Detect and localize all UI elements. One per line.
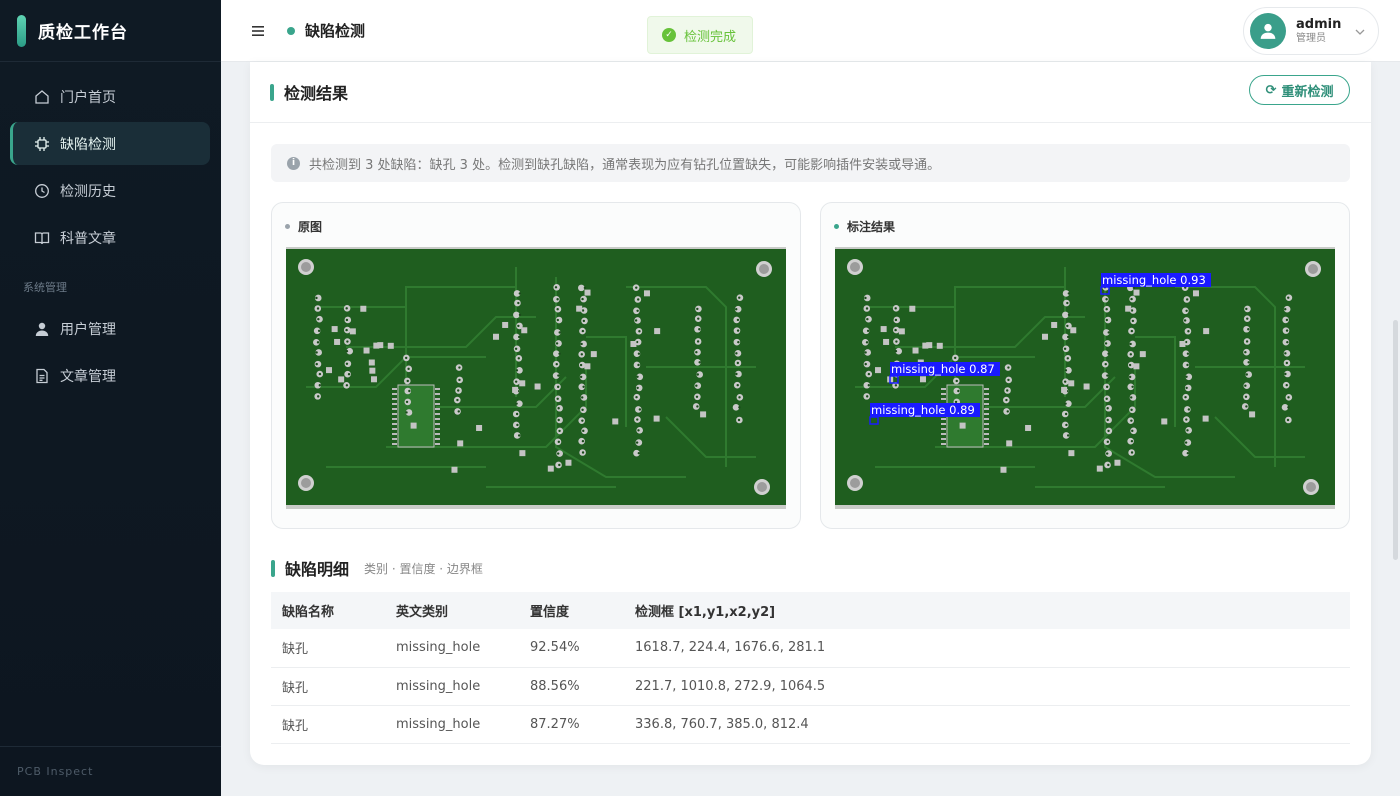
svg-text:missing_hole 0.87: missing_hole 0.87 [891,362,995,376]
annotated-pcb-image[interactable]: missing_hole 0.93 missing_hole 0.87 missin… [835,247,1335,509]
detection-summary: i 共检测到 3 处缺陷：缺孔 3 处。检测到缺孔缺陷，通常表现为应有钻孔位置缺… [271,144,1350,182]
user-menu[interactable]: admin 管理员 [1243,7,1379,55]
sidebar-item-home[interactable]: 门户首页 [10,75,210,118]
table-cell: 缺孔 [271,629,385,668]
table-cell: 1618.7, 224.4, 1676.6, 281.1 [624,629,1350,668]
annotated-image-panel: 标注结果 missing_hole 0.93 missing_hole 0.87 m… [820,202,1350,529]
original-pcb-image[interactable] [286,247,786,509]
chevron-down-icon [1355,24,1365,38]
table-cell: missing_hole [385,629,519,668]
table-cell: 88.56% [519,667,624,706]
sidebar: 质检工作台 门户首页 缺陷检测 检测历史 科普文章 系统管理 用户管理 文章管理… [0,0,221,796]
section-title: 检测结果 [284,84,349,103]
avatar [1250,13,1286,49]
sidebar-nav: 门户首页 缺陷检测 检测历史 科普文章 系统管理 用户管理 文章管理 [0,62,221,397]
brand-title: 质检工作台 [38,23,128,43]
user-name: admin [1296,17,1342,32]
column-header: 英文类别 [385,592,519,629]
column-header: 检测框 [x1,y1,x2,y2] [624,592,1350,629]
success-toast: ✓ 检测完成 [647,16,753,54]
table-cell: 336.8, 760.7, 385.0, 812.4 [624,705,1350,744]
redetect-label: 重新检测 [1281,84,1334,100]
sidebar-item-label: 科普文章 [60,230,116,247]
sidebar-item-defect-detection[interactable]: 缺陷检测 [10,122,210,165]
info-icon: i [287,156,300,170]
table-row: 缺孔 missing_hole 87.27% 336.8, 760.7, 385… [271,705,1350,744]
table-cell: missing_hole [385,705,519,744]
table-cell: missing_hole [385,667,519,706]
sidebar-item-user-management[interactable]: 用户管理 [10,307,210,350]
panel-dot [834,224,839,229]
book-icon [34,230,50,246]
breadcrumb: 缺陷检测 [305,22,366,40]
svg-text:missing_hole 0.89: missing_hole 0.89 [871,403,975,417]
menu-toggle-button[interactable] [243,16,273,46]
table-cell: 87.27% [519,705,624,744]
sidebar-footer: PCB Inspect [0,746,221,796]
redetect-button[interactable]: ⟳ 重新检测 [1249,75,1350,105]
top-header: 缺陷检测 ✓ 检测完成 admin 管理员 [221,0,1400,62]
svg-text:missing_hole 0.93: missing_hole 0.93 [1102,273,1206,287]
sidebar-item-label: 用户管理 [60,321,116,338]
detail-subtitle: 类别 · 置信度 · 边界框 [364,561,483,576]
user-role: 管理员 [1296,33,1326,44]
column-header: 置信度 [519,592,624,629]
hamburger-icon [252,25,264,36]
original-image-panel: 原图 [271,202,801,529]
detail-title: 缺陷明细 [285,560,350,579]
table-cell: 221.7, 1010.8, 272.9, 1064.5 [624,667,1350,706]
breadcrumb-dot [287,26,295,35]
user-avatar-icon [1260,23,1276,39]
result-card: 检测结果 ⟳ 重新检测 i 共检测到 3 处缺陷：缺孔 3 处。检测到缺孔缺陷，… [250,62,1371,765]
panel-dot [285,224,290,229]
defect-table: 缺陷名称 英文类别 置信度 检测框 [x1,y1,x2,y2] 缺孔 missi… [271,592,1350,744]
page-scrollbar[interactable] [1393,320,1398,560]
user-icon [34,321,50,337]
home-icon [34,89,50,105]
sidebar-item-label: 门户首页 [60,89,116,106]
toast-message: 检测完成 [684,29,737,45]
result-header: 检测结果 ⟳ 重新检测 [250,62,1371,123]
table-header-row: 缺陷名称 英文类别 置信度 检测框 [x1,y1,x2,y2] [271,592,1350,629]
sidebar-item-label: 检测历史 [60,183,116,200]
table-row: 缺孔 missing_hole 88.56% 221.7, 1010.8, 27… [271,667,1350,706]
table-row: 缺孔 missing_hole 92.54% 1618.7, 224.4, 16… [271,629,1350,668]
section-accent-bar [270,83,274,101]
table-cell: 92.54% [519,629,624,668]
chip-icon [34,136,50,152]
check-circle-icon: ✓ [662,28,676,42]
sidebar-item-article-management[interactable]: 文章管理 [10,354,210,397]
detail-header: 缺陷明细 类别 · 置信度 · 边界框 [271,556,483,580]
document-icon [34,368,50,384]
brand-logo [17,14,26,47]
sidebar-item-label: 文章管理 [60,368,116,385]
annotated-image-label: 标注结果 [847,220,896,234]
nav-section-label: 系统管理 [23,281,67,294]
section-accent-bar [271,559,275,577]
table-cell: 缺孔 [271,705,385,744]
refresh-icon: ⟳ [1265,82,1277,98]
clock-icon [34,183,50,199]
table-cell: 缺孔 [271,667,385,706]
column-header: 缺陷名称 [271,592,385,629]
summary-text: 共检测到 3 处缺陷：缺孔 3 处。检测到缺孔缺陷，通常表现为应有钻孔位置缺失，… [309,157,941,173]
sidebar-item-history[interactable]: 检测历史 [10,169,210,212]
original-image-label: 原图 [298,220,323,234]
brand: 质检工作台 [0,0,221,62]
sidebar-item-articles[interactable]: 科普文章 [10,216,210,259]
sidebar-item-label: 缺陷检测 [60,136,116,153]
